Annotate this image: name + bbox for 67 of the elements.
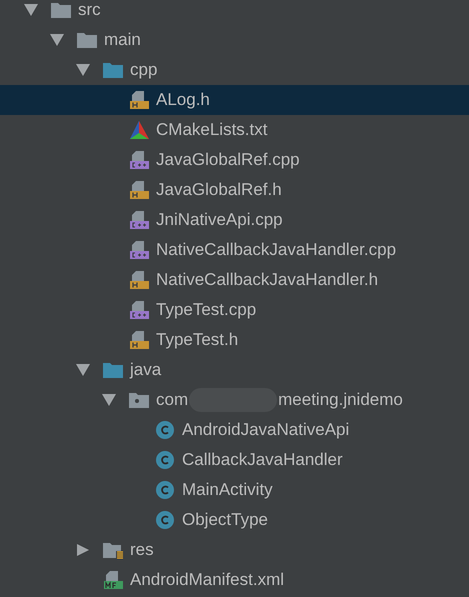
item-label: res [130,539,154,562]
tree-item[interactable]: JavaGlobalRef.h [0,175,469,205]
item-label: AndroidManifest.xml [130,569,284,592]
expanded-arrow-icon[interactable] [102,394,116,406]
item-label: JavaGlobalRef.h [156,179,282,202]
tree-item[interactable]: java [0,355,469,385]
expanded-arrow-icon[interactable] [24,4,38,16]
package-icon [128,390,150,410]
cpp-file-icon [128,300,150,320]
folder-icon [50,0,72,20]
folder-icon [102,60,124,80]
item-label: meeting.jnidemo [278,389,403,412]
item-label: MainActivity [182,479,273,502]
item-label: CallbackJavaHandler [182,449,343,472]
item-label: AndroidJavaNativeApi [182,419,350,442]
cpp-file-icon [128,210,150,230]
folder-icon [76,30,98,50]
tree-item[interactable]: AndroidJavaNativeApi [0,415,469,445]
item-label: cpp [130,59,158,82]
class-icon [154,450,176,470]
tree-item[interactable]: TypeTest.h [0,325,469,355]
item-label: CMakeLists.txt [156,119,268,142]
expanded-arrow-icon[interactable] [76,64,90,76]
item-label: main [104,29,141,52]
tree-item[interactable]: NativeCallbackJavaHandler.h [0,265,469,295]
class-icon [154,420,176,440]
tree-item[interactable]: com meeting.jnidemo [0,385,469,415]
header-file-icon [128,90,150,110]
item-label: com [156,389,188,412]
expanded-arrow-icon[interactable] [50,34,64,46]
tree-item[interactable]: cpp [0,55,469,85]
tree-item[interactable]: MainActivity [0,475,469,505]
tree-item[interactable]: JavaGlobalRef.cpp [0,145,469,175]
folder-icon [102,360,124,380]
item-label: ALog.h [156,89,210,112]
item-label: NativeCallbackJavaHandler.cpp [156,239,396,262]
tree-item[interactable]: src [0,0,469,25]
item-label: java [130,359,162,382]
item-label: JavaGlobalRef.cpp [156,149,300,172]
header-file-icon [128,270,150,290]
tree-item[interactable]: TypeTest.cpp [0,295,469,325]
item-label: TypeTest.cpp [156,299,256,322]
item-label: JniNativeApi.cpp [156,209,283,232]
tree-item[interactable]: CMakeLists.txt [0,115,469,145]
tree-item[interactable]: res [0,535,469,565]
tree-item[interactable]: CallbackJavaHandler [0,445,469,475]
item-label: TypeTest.h [156,329,238,352]
item-label: NativeCallbackJavaHandler.h [156,269,378,292]
class-icon [154,480,176,500]
tree-item[interactable]: NativeCallbackJavaHandler.cpp [0,235,469,265]
tree-item[interactable]: main [0,25,469,55]
tree-item[interactable]: AndroidManifest.xml [0,565,469,595]
resource-folder-icon [102,540,124,560]
class-icon [154,510,176,530]
triangle-logo-icon [128,120,150,140]
tree-item[interactable]: ObjectType [0,505,469,535]
tree-item[interactable]: ALog.h [0,85,469,115]
expanded-arrow-icon[interactable] [76,364,90,376]
collapsed-arrow-icon[interactable] [76,544,90,556]
cpp-file-icon [128,150,150,170]
item-label: ObjectType [182,509,268,532]
tree-item[interactable]: JniNativeApi.cpp [0,205,469,235]
header-file-icon [128,330,150,350]
header-file-icon [128,180,150,200]
manifest-file-icon [102,570,124,590]
cpp-file-icon [128,240,150,260]
item-label: src [78,0,101,22]
